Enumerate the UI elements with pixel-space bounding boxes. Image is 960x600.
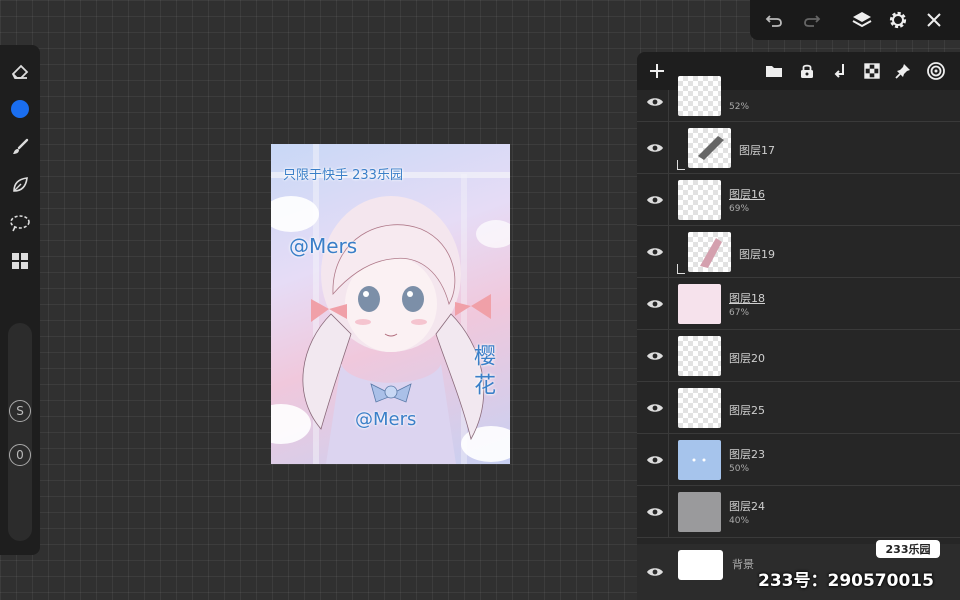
pin-icon[interactable] — [892, 60, 914, 82]
layer-divider — [668, 486, 669, 538]
watermark-id-text: 233号：290570015 — [758, 571, 934, 591]
clip-arrow-icon — [677, 264, 685, 274]
opacity-slider-label[interactable]: 0 — [9, 444, 31, 466]
eraser-icon[interactable] — [6, 57, 34, 85]
layer-name: 图层18 — [729, 292, 765, 305]
size-slider-label[interactable]: S — [9, 400, 31, 422]
eye-icon[interactable] — [643, 292, 667, 316]
layer-name: 图层20 — [729, 352, 765, 365]
target-icon[interactable] — [925, 60, 947, 82]
eye-icon[interactable] — [643, 448, 667, 472]
layers-icon[interactable] — [850, 8, 874, 32]
layer-thumbnail — [678, 388, 721, 428]
layer-divider — [668, 122, 669, 174]
layer-row[interactable]: 图层25 — [637, 382, 960, 434]
lasso-icon[interactable] — [6, 209, 34, 237]
layer-divider — [668, 382, 669, 434]
eye-icon[interactable] — [643, 136, 667, 160]
canvas-side-text: 樱 花 — [470, 344, 495, 395]
layer-opacity: 50% — [729, 464, 750, 474]
undo-icon[interactable] — [762, 8, 786, 32]
layer-name: 背景 — [732, 558, 754, 571]
close-icon[interactable] — [922, 8, 946, 32]
eye-icon[interactable] — [643, 344, 667, 368]
eye-icon[interactable] — [643, 396, 667, 420]
left-toolbar: S 0 — [0, 45, 40, 555]
canvas-signature-2: @Mers — [355, 409, 417, 430]
layer-divider — [668, 330, 669, 382]
layer-row[interactable]: 图层17 — [637, 122, 960, 174]
layer-name: 图层24 — [729, 500, 765, 513]
redo-icon[interactable] — [800, 8, 824, 32]
layer-name: 图层17 — [739, 144, 775, 157]
eye-icon[interactable] — [643, 188, 667, 212]
clip-arrow-icon — [677, 160, 685, 170]
lock-icon[interactable] — [796, 60, 818, 82]
brush-slider[interactable] — [8, 323, 32, 541]
layer-list: 52% 图层17 图层16 69% 图层19 图层18 67% 图层20 图层2… — [637, 76, 960, 538]
layer-divider — [668, 90, 669, 122]
layer-row[interactable]: 图层24 40% — [637, 486, 960, 538]
canvas-top-text: 只限于快手 233乐园 — [283, 168, 403, 183]
checker-icon[interactable] — [861, 60, 883, 82]
eye-icon[interactable] — [643, 560, 667, 584]
eye-icon[interactable] — [643, 240, 667, 264]
layer-thumbnail — [678, 180, 721, 220]
layer-name: 图层19 — [739, 248, 775, 261]
layer-name: 图层25 — [729, 404, 765, 417]
add-layer-icon[interactable] — [646, 60, 668, 82]
layer-name: 图层16 — [729, 188, 765, 201]
layer-row[interactable]: 图层16 69% — [637, 174, 960, 226]
color-swatch — [11, 100, 29, 118]
layer-name: 图层23 — [729, 448, 765, 461]
layer-divider — [668, 174, 669, 226]
layer-row[interactable]: 图层20 — [637, 330, 960, 382]
layer-divider — [668, 434, 669, 486]
watermark-badge: 233乐园 — [876, 540, 940, 558]
layer-opacity: 67% — [729, 308, 750, 318]
layer-thumbnail — [678, 550, 723, 580]
layer-opacity: 52% — [729, 102, 750, 112]
gear-icon[interactable] — [886, 8, 910, 32]
layer-opacity: 69% — [729, 204, 750, 214]
folder-icon[interactable] — [763, 60, 785, 82]
layer-thumbnail — [678, 76, 721, 116]
layer-row[interactable]: 52% — [637, 76, 960, 122]
layer-divider — [668, 278, 669, 330]
layer-thumbnail — [678, 492, 721, 532]
layer-divider — [668, 226, 669, 278]
layer-thumbnail — [678, 336, 721, 376]
layer-row[interactable]: 图层23 50% — [637, 434, 960, 486]
color-picker-button[interactable] — [6, 95, 34, 123]
layers-panel: 52% 图层17 图层16 69% 图层19 图层18 67% 图层20 图层2… — [637, 52, 960, 600]
layer-thumbnail — [678, 440, 721, 480]
layer-thumbnail — [688, 232, 731, 272]
layer-row[interactable]: 图层19 — [637, 226, 960, 278]
layer-row[interactable]: 图层18 67% — [637, 278, 960, 330]
eye-icon[interactable] — [643, 90, 667, 114]
grid-icon[interactable] — [6, 247, 34, 275]
brush-icon[interactable] — [6, 133, 34, 161]
leaf-icon[interactable] — [6, 171, 34, 199]
top-bar — [750, 0, 960, 40]
eye-icon[interactable] — [643, 500, 667, 524]
merge-down-icon[interactable] — [829, 60, 851, 82]
layer-opacity: 40% — [729, 516, 750, 526]
drawing-canvas[interactable]: 只限于快手 233乐园 @Mers @Mers 樱 花 — [271, 144, 510, 464]
layer-thumbnail — [678, 284, 721, 324]
layer-thumbnail — [688, 128, 731, 168]
canvas-signature-1: @Mers — [289, 234, 358, 258]
